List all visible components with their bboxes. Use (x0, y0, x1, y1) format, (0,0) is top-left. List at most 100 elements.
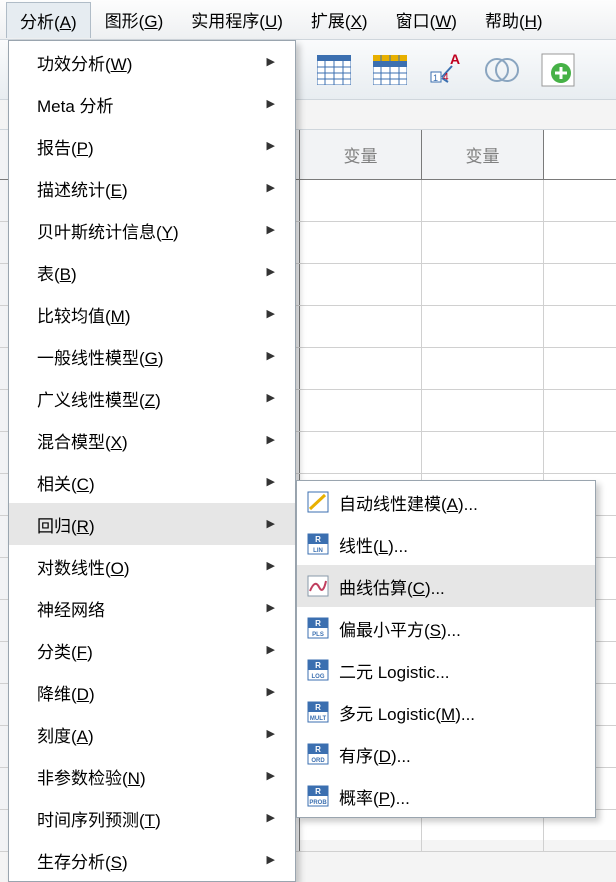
menu-item-label: 对数线性(O) (37, 554, 130, 579)
curve-icon (307, 575, 329, 597)
menu-item-广义线性模型[interactable]: 广义线性模型(Z) ▶ (9, 377, 295, 419)
chevron-right-icon: ▶ (267, 139, 275, 153)
menu-分析[interactable]: 分析(A) (6, 2, 91, 38)
menu-item-label: 降维(D) (37, 680, 95, 705)
venn-icon[interactable] (484, 52, 520, 88)
svg-text:R: R (315, 745, 321, 754)
cell[interactable] (422, 390, 544, 431)
chevron-right-icon: ▶ (267, 517, 275, 531)
menu-item-回归[interactable]: 回归(R) ▶ (9, 503, 295, 545)
cell[interactable] (300, 264, 422, 305)
chevron-right-icon: ▶ (267, 475, 275, 489)
chevron-right-icon: ▶ (267, 223, 275, 237)
header-cell[interactable]: 变量 (300, 130, 422, 179)
menu-实用程序[interactable]: 实用程序(U) (177, 1, 297, 38)
submenu-item-label: 有序(D)... (339, 742, 411, 767)
grid-highlight-icon[interactable] (372, 52, 408, 88)
menu-item-Meta 分析[interactable]: Meta 分析 ▶ (9, 83, 295, 125)
chevron-right-icon: ▶ (267, 265, 275, 279)
menu-item-非参数检验[interactable]: 非参数检验(N)▶ (9, 755, 295, 797)
svg-text:LOG: LOG (312, 674, 325, 680)
menu-item-label: 混合模型(X) (37, 428, 128, 453)
menu-item-贝叶斯统计信息[interactable]: 贝叶斯统计信息(Y)▶ (9, 209, 295, 251)
submenu-item-有序[interactable]: RORD 有序(D)... (297, 733, 595, 775)
menu-item-时间序列预测[interactable]: 时间序列预测(T)▶ (9, 797, 295, 839)
cell[interactable] (422, 306, 544, 347)
menu-item-label: 表(B) (37, 260, 77, 285)
submenu-item-偏最小平方[interactable]: RPLS偏最小平方(S)... (297, 607, 595, 649)
menu-item-生存分析[interactable]: 生存分析(S)▶ (9, 839, 295, 881)
menu-item-label: 生存分析(S) (37, 848, 128, 873)
menu-item-相关[interactable]: 相关(C) ▶ (9, 461, 295, 503)
chevron-right-icon: ▶ (267, 97, 275, 111)
submenu-item-概率[interactable]: RPROB概率(P)... (297, 775, 595, 817)
cell[interactable] (300, 222, 422, 263)
menu-item-label: Meta 分析 (37, 92, 114, 117)
menu-item-label: 时间序列预测(T) (37, 806, 161, 831)
menu-item-报告[interactable]: 报告(P) ▶ (9, 125, 295, 167)
menu-item-label: 相关(C) (37, 470, 95, 495)
menu-item-label: 非参数检验(N) (37, 764, 146, 789)
regression-submenu: 自动线性建模(A)...RLIN线性(L)...曲线估算(C)...RPLS偏最… (296, 480, 596, 818)
menu-item-描述统计[interactable]: 描述统计(E)▶ (9, 167, 295, 209)
menu-item-刻度[interactable]: 刻度(A) ▶ (9, 713, 295, 755)
chevron-right-icon: ▶ (267, 685, 275, 699)
chevron-right-icon: ▶ (267, 433, 275, 447)
submenu-item-二元 Logistic[interactable]: R LOG 二元 Logistic... (297, 649, 595, 691)
menu-窗口[interactable]: 窗口(W) (382, 1, 471, 38)
cell[interactable] (300, 180, 422, 221)
svg-text:PLS: PLS (312, 632, 324, 638)
cell[interactable] (300, 432, 422, 473)
submenu-item-曲线估算[interactable]: 曲线估算(C)... (297, 565, 595, 607)
menu-item-功效分析[interactable]: 功效分析(W)▶ (9, 41, 295, 83)
menu-item-分类[interactable]: 分类(F) ▶ (9, 629, 295, 671)
svg-text:1: 1 (433, 73, 438, 83)
cell[interactable] (300, 306, 422, 347)
menu-item-label: 报告(P) (37, 134, 94, 159)
menu-帮助[interactable]: 帮助(H) (471, 1, 557, 38)
menu-item-对数线性[interactable]: 对数线性(O)▶ (9, 545, 295, 587)
submenu-item-自动线性建模[interactable]: 自动线性建模(A)... (297, 481, 595, 523)
cell[interactable] (422, 264, 544, 305)
menu-item-一般线性模型[interactable]: 一般线性模型(G) ▶ (9, 335, 295, 377)
menu-item-label: 广义线性模型(Z) (37, 386, 161, 411)
menu-item-label: 一般线性模型(G) (37, 344, 164, 369)
menu-item-表[interactable]: 表(B) ▶ (9, 251, 295, 293)
chevron-right-icon: ▶ (267, 349, 275, 363)
menu-item-神经网络[interactable]: 神经网络▶ (9, 587, 295, 629)
menu-item-比较均值[interactable]: 比较均值(M)▶ (9, 293, 295, 335)
submenu-item-label: 曲线估算(C)... (339, 574, 445, 599)
submenu-item-label: 线性(L)... (339, 532, 408, 557)
grid-icon[interactable] (316, 52, 352, 88)
auto-linear-icon (307, 491, 329, 513)
chevron-right-icon: ▶ (267, 643, 275, 657)
menu-item-降维[interactable]: 降维(D) ▶ (9, 671, 295, 713)
menu-扩展[interactable]: 扩展(X) (297, 1, 382, 38)
chevron-right-icon: ▶ (267, 307, 275, 321)
cell[interactable] (422, 432, 544, 473)
cell[interactable] (300, 348, 422, 389)
submenu-item-多元 Logistic[interactable]: RMULT多元 Logistic(M)... (297, 691, 595, 733)
cell[interactable] (422, 222, 544, 263)
menu-图形[interactable]: 图形(G) (91, 1, 178, 38)
menubar: 分析(A)图形(G)实用程序(U)扩展(X)窗口(W)帮助(H) (0, 0, 616, 40)
submenu-item-label: 二元 Logistic... (339, 658, 450, 683)
label-a-icon[interactable]: A14 (428, 52, 464, 88)
chevron-right-icon: ▶ (267, 727, 275, 741)
svg-text:R: R (315, 661, 321, 670)
header-cell[interactable]: 变量 (422, 130, 544, 179)
menu-item-label: 分类(F) (37, 638, 93, 663)
cell[interactable] (422, 180, 544, 221)
menu-item-label: 功效分析(W) (37, 50, 132, 75)
r-ord-icon: RORD (307, 743, 329, 765)
svg-text:R: R (315, 619, 321, 628)
add-icon[interactable] (540, 52, 576, 88)
menu-item-label: 刻度(A) (37, 722, 94, 747)
submenu-item-线性[interactable]: RLIN线性(L)... (297, 523, 595, 565)
chevron-right-icon: ▶ (267, 391, 275, 405)
cell[interactable] (300, 390, 422, 431)
cell[interactable] (422, 348, 544, 389)
menu-item-混合模型[interactable]: 混合模型(X) ▶ (9, 419, 295, 461)
chevron-right-icon: ▶ (267, 601, 275, 615)
menu-item-label: 回归(R) (37, 512, 95, 537)
